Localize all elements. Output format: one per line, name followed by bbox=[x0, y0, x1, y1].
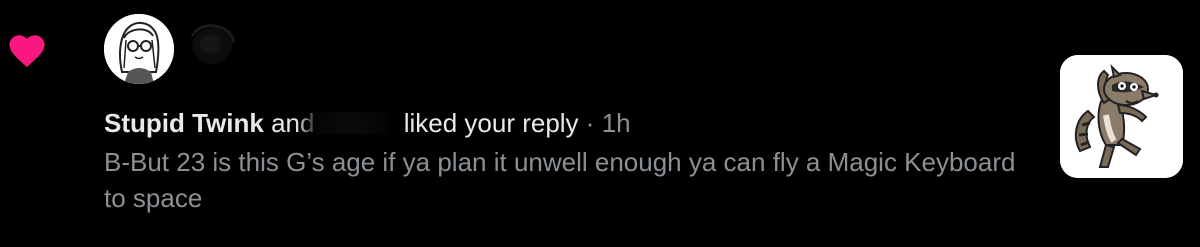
notification-text: Stupid Twink and liked your reply · 1h B… bbox=[104, 106, 1044, 216]
avatar[interactable] bbox=[104, 14, 174, 84]
avatar[interactable] bbox=[180, 16, 248, 84]
liker-avatars bbox=[104, 14, 284, 84]
obscured-name bbox=[296, 112, 389, 134]
raccoon-cartoon-icon bbox=[1060, 55, 1183, 178]
reply-text[interactable]: B-But 23 is this G’s age if ya plan it u… bbox=[104, 144, 1044, 216]
notification-headline: Stupid Twink and liked your reply · 1h bbox=[104, 106, 1044, 140]
like-notification[interactable]: Stupid Twink and liked your reply · 1h B… bbox=[0, 0, 1200, 247]
timestamp: 1h bbox=[601, 108, 631, 138]
heart-icon bbox=[9, 35, 45, 68]
separator: · bbox=[585, 108, 595, 138]
reply-thumbnail[interactable] bbox=[1060, 55, 1183, 178]
liker-name[interactable]: Stupid Twink bbox=[104, 108, 264, 138]
obscured-avatar-icon bbox=[180, 16, 248, 84]
action-text: liked your reply bbox=[403, 108, 579, 138]
cartoon-girl-avatar-icon bbox=[104, 14, 174, 84]
